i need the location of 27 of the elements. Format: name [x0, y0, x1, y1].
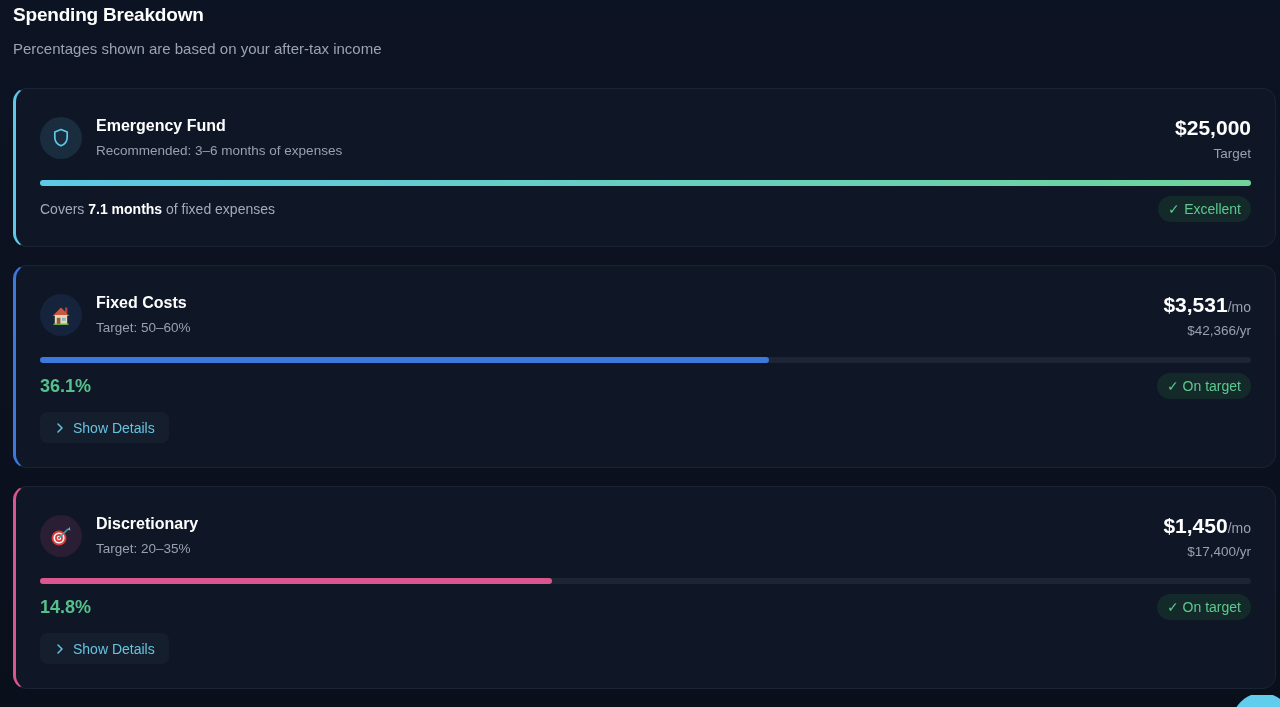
dartboard-icon	[40, 515, 82, 557]
status-badge: ✓ On target	[1156, 373, 1251, 399]
category-subtitle: Target: 20–35%	[96, 540, 192, 558]
unit-text: /mo	[1227, 520, 1251, 536]
page-title: Spending Breakdown	[13, 3, 205, 27]
category-subtitle: Target: 50–60%	[96, 319, 191, 337]
percent-text: 36.1%	[40, 375, 92, 398]
show-details-button[interactable]: Show Details	[40, 412, 169, 443]
category-subtitle: Recommended: 3–6 months of expenses	[96, 142, 343, 160]
amount-text: $25,000	[1175, 116, 1251, 139]
page-subtitle: Percentages shown are based on your after-tax income	[13, 39, 383, 59]
status-badge: ✓ On target	[1156, 594, 1251, 620]
amount-note: $42,366/yr	[1186, 322, 1251, 340]
percent-text: 14.8%	[40, 596, 92, 619]
category-title: Emergency Fund	[96, 116, 227, 136]
amount-text: $1,450	[1163, 514, 1228, 537]
amount-text: $3,531	[1163, 293, 1228, 316]
amount-note: Target	[1212, 145, 1251, 163]
amount-note: $17,400/yr	[1186, 543, 1251, 561]
shield-icon	[40, 117, 82, 159]
category-title: Fixed Costs	[96, 293, 188, 313]
status-badge: ✓ Excellent	[1158, 196, 1251, 222]
summary-text: Covers 7.1 months of fixed expenses	[40, 200, 275, 219]
unit-text: /mo	[1227, 299, 1251, 315]
house-icon	[40, 294, 82, 336]
category-title: Discretionary	[96, 514, 199, 534]
show-details-button[interactable]: Show Details	[40, 633, 169, 664]
